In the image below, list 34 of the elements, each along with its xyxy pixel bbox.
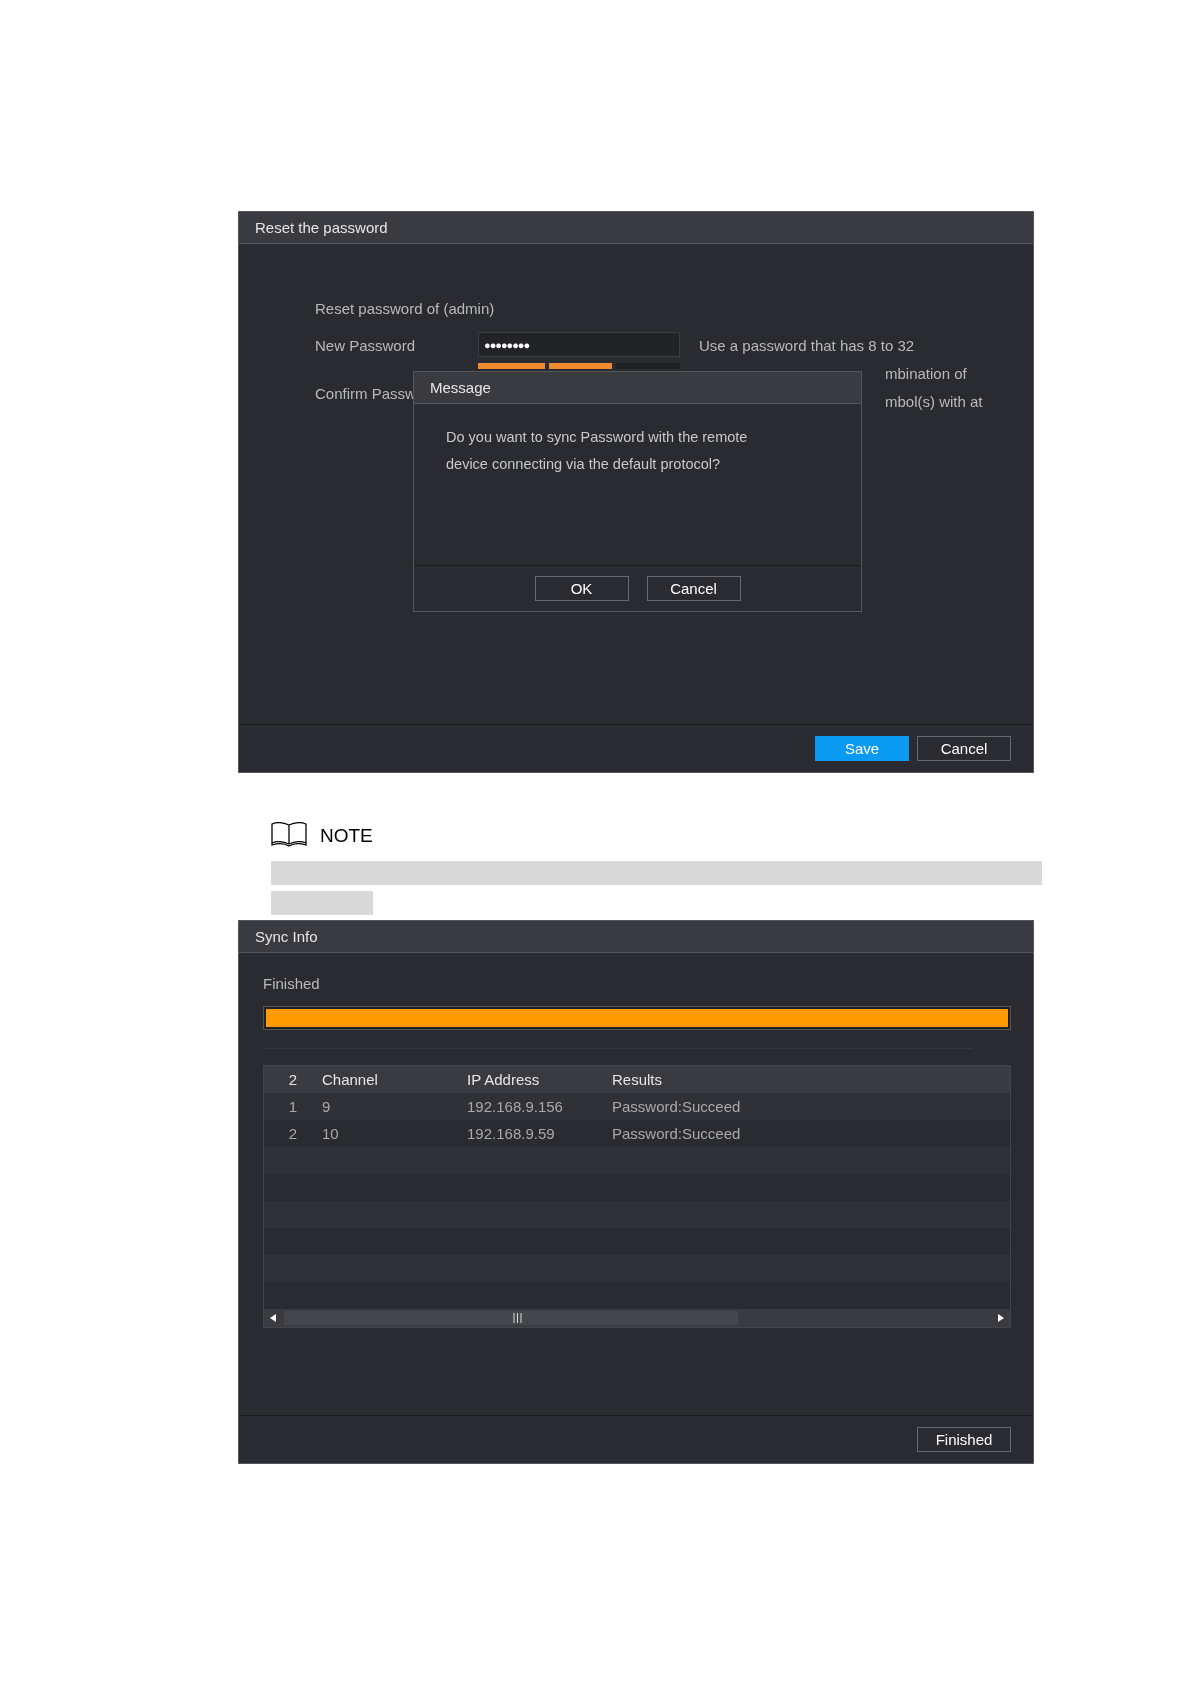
table-cell-text: 10 bbox=[322, 1125, 340, 1142]
scroll-right-icon[interactable] bbox=[998, 1314, 1004, 1322]
table-cell-text: 192.168.9.59 bbox=[467, 1125, 556, 1142]
table-cell-text: 192.168.9.156 bbox=[467, 1098, 564, 1115]
cancel-button[interactable]: Cancel bbox=[646, 576, 741, 601]
cancel-button[interactable]: Cancel bbox=[917, 736, 1011, 761]
hint-text: Use a password that has 8 to 32 bbox=[699, 335, 916, 356]
finished-button[interactable]: Finished bbox=[917, 1427, 1011, 1452]
table-cell-text: Password:Succeed bbox=[612, 1125, 742, 1142]
window-title: Reset the password bbox=[239, 212, 1033, 244]
grip-icon bbox=[512, 1313, 522, 1323]
scroll-left-icon[interactable] bbox=[270, 1314, 276, 1322]
scrollbar[interactable] bbox=[264, 1309, 1010, 1327]
window-title: Sync Info bbox=[239, 921, 1033, 953]
book-icon bbox=[270, 821, 308, 847]
status-text: Finished bbox=[262, 974, 321, 992]
ok-button[interactable]: OK bbox=[534, 576, 629, 601]
column-header: 2 bbox=[287, 1071, 299, 1088]
field-label: New Password bbox=[315, 335, 417, 356]
dialog-message: Do you want to sync Password with the remote device connecting via the default protocol? bbox=[445, 428, 749, 474]
password-field[interactable]: ●●●●●●●● bbox=[478, 332, 680, 357]
column-header: Results bbox=[612, 1071, 664, 1088]
hint-text: mbination of bbox=[884, 363, 968, 384]
table-cell-text: Password:Succeed bbox=[612, 1098, 742, 1115]
hint-text: mbol(s) with at bbox=[884, 391, 984, 412]
table-cell-text: 1 bbox=[287, 1098, 299, 1115]
column-header: Channel bbox=[322, 1071, 379, 1088]
account-label: Reset password of (admin) bbox=[315, 298, 496, 319]
table-cell-text: 9 bbox=[322, 1098, 332, 1115]
dialog-title: Message bbox=[414, 372, 861, 404]
table-row[interactable]: 1 9 192.168.9.156 Password:Succeed bbox=[264, 1093, 1010, 1120]
column-header: IP Address bbox=[467, 1071, 541, 1088]
table-cell-text: 2 bbox=[287, 1125, 299, 1142]
note-heading: NOTE bbox=[320, 825, 373, 847]
